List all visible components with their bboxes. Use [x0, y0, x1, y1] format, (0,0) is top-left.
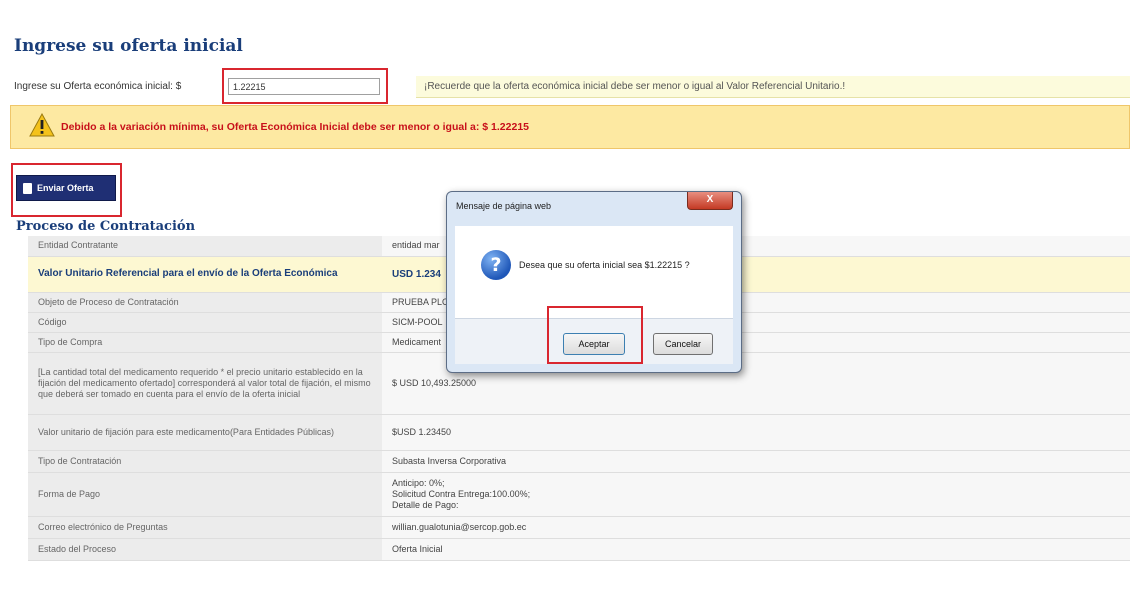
offer-input[interactable]	[228, 78, 380, 95]
warning-text: Debido a la variación mínima, su Oferta …	[61, 121, 530, 133]
row-label: Objeto de Proceso de Contratación	[28, 292, 382, 313]
row-value: willian.gualotunia@sercop.gob.ec	[382, 516, 1130, 539]
row-label: Tipo de Contratación	[28, 450, 382, 473]
question-icon: ?	[481, 250, 511, 280]
offer-note: ¡Recuerde que la oferta económica inicia…	[416, 76, 1130, 98]
row-label: Valor Unitario Referencial para el envío…	[28, 256, 382, 293]
dialog-close-button[interactable]: X	[687, 192, 733, 210]
table-row: Estado del Proceso Oferta Inicial	[28, 538, 1130, 561]
payment-line: Anticipo: 0%;	[392, 477, 445, 488]
row-label: [La cantidad total del medicamento reque…	[28, 352, 382, 415]
warning-bar: Debido a la variación mínima, su Oferta …	[10, 105, 1130, 149]
dialog-message: Desea que su oferta inicial sea $1.22215…	[519, 260, 690, 270]
dialog-title: Mensaje de página web	[456, 201, 552, 211]
page-title: Ingrese su oferta inicial	[14, 36, 243, 56]
dialog-body: ? Desea que su oferta inicial sea $1.222…	[455, 226, 733, 318]
row-label: Forma de Pago	[28, 472, 382, 517]
row-value: Oferta Inicial	[382, 538, 1130, 561]
offer-label: Ingrese su Oferta económica inicial: $	[14, 81, 182, 92]
row-value: Anticipo: 0%; Solicitud Contra Entrega:1…	[382, 472, 1130, 517]
send-offer-label: Enviar Oferta	[37, 183, 94, 193]
cancel-button[interactable]: Cancelar	[653, 333, 713, 355]
row-label: Entidad Contratante	[28, 236, 382, 257]
row-label: Código	[28, 312, 382, 333]
row-value: Subasta Inversa Corporativa	[382, 450, 1130, 473]
table-row: Tipo de Contratación Subasta Inversa Cor…	[28, 450, 1130, 473]
row-label: Tipo de Compra	[28, 332, 382, 353]
row-label: Estado del Proceso	[28, 538, 382, 561]
row-label: Valor unitario de fijación para este med…	[28, 414, 382, 451]
accept-button[interactable]: Aceptar	[563, 333, 625, 355]
send-offer-button[interactable]: Enviar Oferta	[16, 175, 116, 201]
table-row: Correo electrónico de Preguntas willian.…	[28, 516, 1130, 539]
table-row: Forma de Pago Anticipo: 0%; Solicitud Co…	[28, 472, 1130, 517]
payment-line: Solicitud Contra Entrega:100.00%;	[392, 488, 531, 499]
payment-line: Detalle de Pago:	[392, 499, 459, 510]
offer-row: Ingrese su Oferta económica inicial: $ ¡…	[10, 68, 1130, 104]
row-value: $USD 1.23450	[382, 414, 1130, 451]
document-icon	[23, 182, 32, 194]
row-label: Correo electrónico de Preguntas	[28, 516, 382, 539]
table-row: Valor unitario de fijación para este med…	[28, 414, 1130, 451]
section-title: Proceso de Contratación	[16, 219, 196, 234]
warning-icon	[29, 112, 55, 142]
confirm-dialog: Mensaje de página web X ? Desea que su o…	[446, 191, 742, 373]
